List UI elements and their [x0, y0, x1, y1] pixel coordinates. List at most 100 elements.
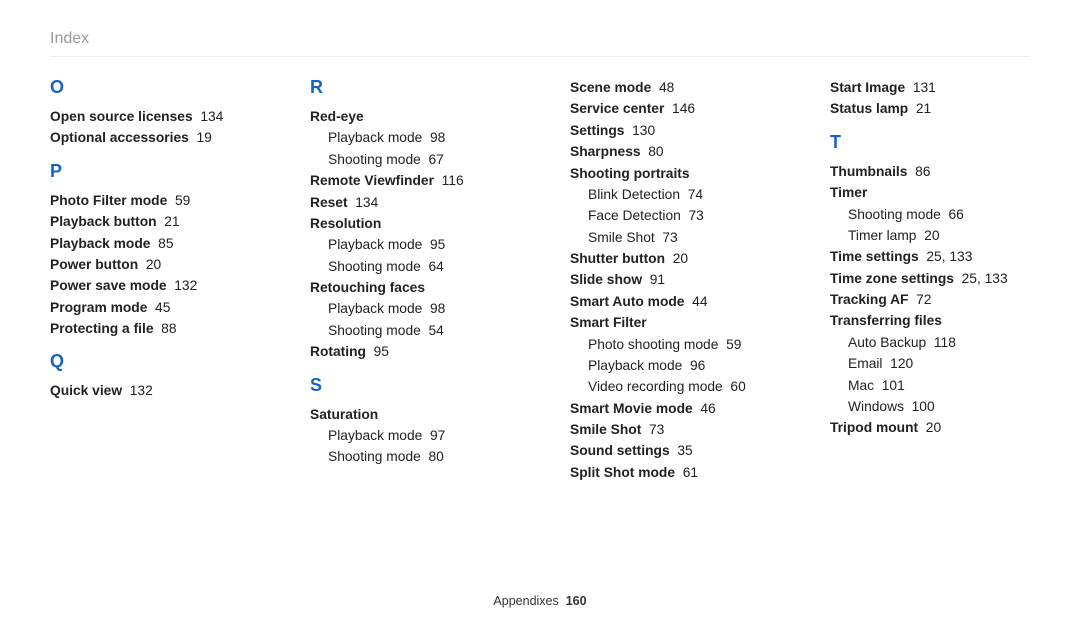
index-entry-head: Saturation: [310, 404, 510, 425]
index-entry: Shutter button 20: [570, 248, 770, 269]
index-subentry: Shooting mode 54: [310, 320, 510, 341]
index-letter: O: [50, 77, 250, 98]
page-title: Index: [50, 30, 1030, 57]
index-subentry: Photo shooting mode 59: [570, 334, 770, 355]
index-entry: Power button 20: [50, 254, 250, 275]
index-page-ref: 85: [158, 236, 173, 251]
index-entry: Protecting a file 88: [50, 318, 250, 339]
index-entry: Tripod mount 20: [830, 417, 1030, 438]
index-entry: Rotating 95: [310, 341, 510, 362]
index-entry-head: Retouching faces: [310, 277, 510, 298]
index-letter: R: [310, 77, 510, 98]
index-letter: Q: [50, 351, 250, 372]
index-page-ref: 20: [146, 257, 161, 272]
index-page-ref: 19: [196, 130, 211, 145]
index-entry: Smile Shot 73: [570, 419, 770, 440]
index-entry: Optional accessories 19: [50, 127, 250, 148]
index-page-ref: 25, 133: [962, 271, 1008, 286]
index-subentry: Windows 100: [830, 396, 1030, 417]
index-entry: Service center 146: [570, 98, 770, 119]
index-page-ref: 21: [164, 214, 179, 229]
index-entry: Remote Viewfinder 116: [310, 170, 510, 191]
index-page-ref: 73: [649, 422, 664, 437]
index-page-ref: 20: [926, 420, 941, 435]
index-page-ref: 44: [692, 294, 707, 309]
index-subentry: Shooting mode 66: [830, 204, 1030, 225]
index-page-ref: 132: [174, 278, 197, 293]
index-subentry: Playback mode 98: [310, 298, 510, 319]
index-page-ref: 61: [683, 465, 698, 480]
index-entry: Scene mode 48: [570, 77, 770, 98]
index-entry: Sharpness 80: [570, 141, 770, 162]
index-page-ref: 45: [155, 300, 170, 315]
index-entry-head: Resolution: [310, 213, 510, 234]
index-column: Start Image 131Status lamp 21TThumbnails…: [830, 77, 1030, 483]
index-entry-head: Shooting portraits: [570, 163, 770, 184]
index-page-ref: 130: [632, 123, 655, 138]
index-page-ref: 91: [650, 272, 665, 287]
index-entry: Sound settings 35: [570, 440, 770, 461]
index-page-ref: 134: [200, 109, 223, 124]
page-footer: Appendixes 160: [0, 594, 1080, 608]
index-letter: S: [310, 375, 510, 396]
index-entry: Playback button 21: [50, 211, 250, 232]
index-page-ref: 80: [648, 144, 663, 159]
index-page-ref: 25, 133: [926, 249, 972, 264]
index-entry: Split Shot mode 61: [570, 462, 770, 483]
footer-label: Appendixes: [493, 594, 558, 608]
index-page-ref: 20: [673, 251, 688, 266]
index-subentry: Shooting mode 64: [310, 256, 510, 277]
index-entry-head: Transferring files: [830, 310, 1030, 331]
index-entry: Program mode 45: [50, 297, 250, 318]
index-entry: Quick view 132: [50, 380, 250, 401]
index-entry-head: Smart Filter: [570, 312, 770, 333]
index-page-ref: 86: [915, 164, 930, 179]
index-entry: Open source licenses 134: [50, 106, 250, 127]
index-entry: Status lamp 21: [830, 98, 1030, 119]
index-subentry: Auto Backup 118: [830, 332, 1030, 353]
index-subentry: Shooting mode 67: [310, 149, 510, 170]
index-entry: Smart Movie mode 46: [570, 398, 770, 419]
index-page-ref: 131: [913, 80, 936, 95]
index-subentry: Timer lamp 20: [830, 225, 1030, 246]
index-entry: Reset 134: [310, 192, 510, 213]
index-column: RRed-eyePlayback mode 98Shooting mode 67…: [310, 77, 510, 483]
index-subentry: Face Detection 73: [570, 205, 770, 226]
index-page-ref: 21: [916, 101, 931, 116]
index-page-ref: 46: [700, 401, 715, 416]
index-subentry: Playback mode 98: [310, 127, 510, 148]
index-page-ref: 134: [355, 195, 378, 210]
index-entry-head: Timer: [830, 182, 1030, 203]
index-entry: Thumbnails 86: [830, 161, 1030, 182]
index-page-ref: 132: [130, 383, 153, 398]
index-column: Scene mode 48Service center 146Settings …: [570, 77, 770, 483]
index-entry: Smart Auto mode 44: [570, 291, 770, 312]
index-page-ref: 146: [672, 101, 695, 116]
index-entry: Tracking AF 72: [830, 289, 1030, 310]
index-column: O Open source licenses 134Optional access…: [50, 77, 250, 483]
index-page-ref: 116: [442, 173, 464, 188]
index-page-ref: 95: [374, 344, 389, 359]
index-subentry: Blink Detection 74: [570, 184, 770, 205]
index-entry: Time settings 25, 133: [830, 246, 1030, 267]
index-subentry: Video recording mode 60: [570, 376, 770, 397]
index-page-ref: 59: [175, 193, 190, 208]
index-subentry: Playback mode 96: [570, 355, 770, 376]
index-entry: Slide show 91: [570, 269, 770, 290]
index-entry: Power save mode 132: [50, 275, 250, 296]
index-letter: P: [50, 161, 250, 182]
index-entry-head: Red-eye: [310, 106, 510, 127]
index-subentry: Playback mode 95: [310, 234, 510, 255]
index-entry: Settings 130: [570, 120, 770, 141]
index-page-ref: 72: [916, 292, 931, 307]
index-entry: Time zone settings 25, 133: [830, 268, 1030, 289]
index-columns: O Open source licenses 134Optional access…: [50, 77, 1030, 483]
index-subentry: Mac 101: [830, 375, 1030, 396]
index-subentry: Email 120: [830, 353, 1030, 374]
index-page-ref: 88: [161, 321, 176, 336]
index-entry: Playback mode 85: [50, 233, 250, 254]
index-subentry: Playback mode 97: [310, 425, 510, 446]
index-entry: Photo Filter mode 59: [50, 190, 250, 211]
index-page-ref: 35: [677, 443, 692, 458]
index-subentry: Smile Shot 73: [570, 227, 770, 248]
